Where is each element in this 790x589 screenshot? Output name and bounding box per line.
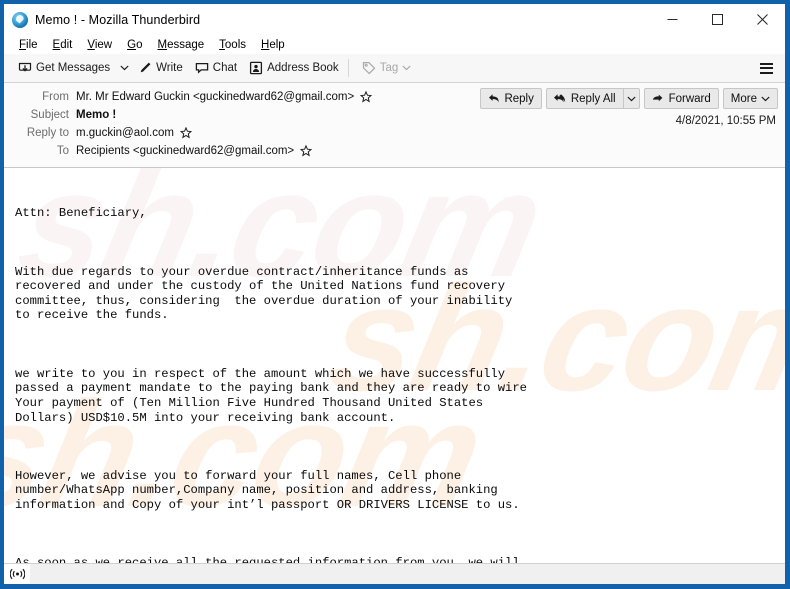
menu-go[interactable]: Go (120, 38, 150, 52)
more-button[interactable]: More (722, 88, 778, 109)
message-date: 4/8/2021, 10:55 PM (675, 115, 776, 127)
reply-to-value-wrap: m.guckin@aol.com (76, 125, 193, 141)
header-row-reply-to: Reply to m.guckin@aol.com (4, 124, 785, 142)
reply-all-button[interactable]: Reply All (545, 88, 623, 109)
menu-view-accel: V (87, 38, 95, 51)
menu-file-accel: F (19, 38, 27, 51)
body-paragraph-2: With due regards to your overdue contrac… (15, 264, 513, 323)
menu-go-rest: o (136, 38, 143, 51)
more-label: More (730, 92, 757, 105)
message-text: Attn: Beneficiary, With due regards to y… (4, 168, 785, 563)
menu-help[interactable]: Help (254, 38, 293, 52)
write-button[interactable]: Write (132, 57, 189, 80)
forward-button[interactable]: Forward (643, 88, 719, 109)
chat-label: Chat (212, 62, 238, 74)
menu-help-rest: elp (269, 38, 285, 51)
menu-tools[interactable]: Tools (212, 38, 254, 52)
get-messages-icon (18, 61, 32, 75)
reply-to-label: Reply to (26, 127, 69, 139)
tag-chevron-down-icon (402, 65, 411, 71)
chat-button[interactable]: Chat (189, 57, 243, 80)
address-book-button[interactable]: Address Book (243, 57, 345, 80)
from-star-icon[interactable] (359, 90, 373, 103)
menu-file-rest: ile (26, 38, 38, 51)
subject-value: Memo ! (76, 109, 117, 121)
body-paragraph-1: Attn: Beneficiary, (15, 206, 147, 221)
title-bar: Memo ! - Mozilla Thunderbird (4, 4, 785, 35)
to-value-wrap: Recipients <guckinedward62@gmail.com> (76, 143, 313, 159)
from-value-wrap: Mr. Mr Edward Guckin <guckinedward62@gma… (76, 89, 373, 105)
message-actions: Reply Reply All Forward More (480, 88, 778, 109)
body-paragraph-4: However, we advise you to forward your f… (15, 468, 520, 513)
menu-message[interactable]: Message (150, 38, 212, 52)
to-star-icon[interactable] (299, 144, 313, 157)
reply-icon (489, 94, 500, 103)
more-chevron-down-icon (761, 96, 770, 101)
thunderbird-icon (12, 11, 28, 28)
menu-view[interactable]: View (80, 38, 120, 52)
menu-go-accel: G (127, 38, 137, 51)
hamburger-bar-3 (759, 71, 773, 74)
desktop-background: Memo ! - Mozilla Thunderbird File Edit V… (0, 0, 790, 589)
app-menu-button[interactable] (753, 57, 779, 80)
to-label: To (56, 145, 69, 157)
thunderbird-window: Memo ! - Mozilla Thunderbird File Edit V… (4, 4, 785, 584)
menu-edit-rest: dit (60, 38, 73, 51)
subject-value-wrap: Memo ! (76, 107, 116, 123)
subject-label: Subject (30, 109, 69, 121)
reply-all-label: Reply All (570, 92, 616, 105)
get-messages-button[interactable]: Get Messages (12, 57, 116, 80)
reply-all-dropdown[interactable] (622, 88, 640, 109)
pencil-icon (138, 61, 152, 75)
header-row-to: To Recipients <guckinedward62@gmail.com> (4, 142, 785, 160)
address-book-icon (249, 61, 263, 75)
menu-message-rest: essage (167, 38, 205, 51)
from-label: From (42, 91, 69, 103)
menu-edit[interactable]: Edit (46, 38, 81, 52)
maximize-button[interactable] (695, 4, 740, 35)
tag-button[interactable]: Tag (356, 57, 418, 80)
get-messages-dropdown[interactable] (116, 57, 132, 80)
menu-tools-rest: ools (224, 38, 247, 51)
reply-to-value: m.guckin@aol.com (76, 127, 174, 139)
menu-view-rest: iew (94, 38, 113, 51)
reply-button[interactable]: Reply (480, 88, 542, 109)
hamburger-bar-2 (759, 67, 773, 69)
address-book-label: Address Book (267, 62, 339, 74)
message-header: Reply Reply All Forward More From Mr. Mr… (4, 83, 785, 168)
forward-label: Forward (668, 92, 711, 105)
toolbar-separator (347, 59, 349, 77)
body-paragraph-3: we write to you in respect of the amount… (15, 366, 527, 425)
get-messages-label: Get Messages (36, 62, 111, 74)
broadcast-signal-icon[interactable] (4, 564, 30, 584)
window-controls (650, 4, 785, 35)
tag-label: Tag (379, 62, 399, 74)
reply-label: Reply (504, 92, 534, 105)
tag-icon (362, 61, 376, 75)
body-paragraph-5: As soon as we receive all the requested … (15, 556, 775, 563)
chevron-down-icon (626, 96, 636, 101)
reply-to-star-icon[interactable] (179, 126, 193, 139)
close-button[interactable] (740, 4, 785, 35)
from-value: Mr. Mr Edward Guckin <guckinedward62@gma… (76, 91, 355, 103)
window-title: Memo ! - Mozilla Thunderbird (35, 12, 201, 27)
status-bar-empty (30, 564, 785, 584)
status-bar (4, 563, 785, 584)
menu-message-accel: M (157, 38, 168, 51)
write-label: Write (156, 62, 183, 74)
main-toolbar: Get Messages Write Chat Address Book Tag (4, 54, 785, 83)
chat-bubble-icon (195, 61, 209, 75)
hamburger-bar-1 (759, 62, 773, 65)
message-body-pane: sh.com sh.com sh.com Attn: Beneficiary, … (4, 168, 785, 563)
to-value: Recipients <guckinedward62@gmail.com> (76, 145, 295, 157)
menu-file[interactable]: File (12, 38, 46, 52)
reply-all-icon (553, 94, 565, 103)
menu-bar: File Edit View Go Message Tools Help (4, 35, 785, 54)
minimize-button[interactable] (650, 4, 695, 35)
reply-all-split-button: Reply All (545, 88, 640, 109)
forward-arrow-icon (652, 94, 663, 102)
